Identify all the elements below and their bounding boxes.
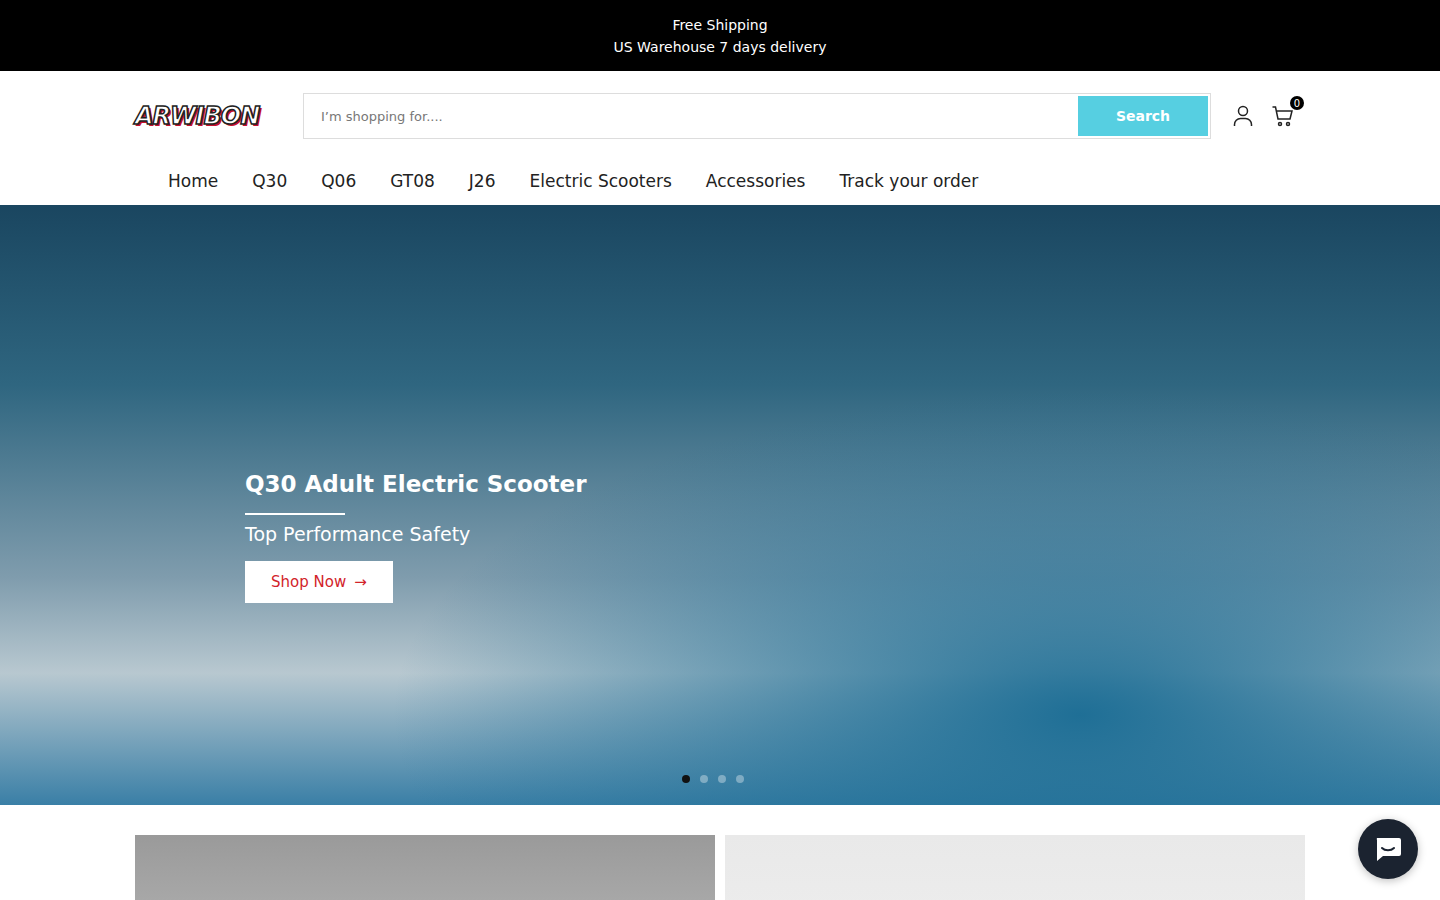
slider-dot[interactable] [718, 775, 726, 783]
page: Free Shipping US Warehouse 7 days deliver… [0, 0, 1440, 900]
header-icons: 0 [1231, 104, 1305, 128]
promo-cards [135, 835, 1305, 900]
main-nav: Home Q30 Q06 GT08 J26 Electric Scooters Access… [135, 139, 1305, 205]
announcement-text: US Warehouse 7 days delivery [614, 39, 827, 55]
nav-item[interactable]: Accessories [706, 171, 806, 191]
search-button[interactable]: Search [1078, 96, 1208, 136]
hero-content: Q30 Adult Electric Scooter Top Performan… [245, 471, 587, 603]
logo[interactable]: ARWIBON [135, 102, 283, 130]
slider-dot[interactable] [700, 775, 708, 783]
nav-item[interactable]: Track your order [839, 171, 978, 191]
nav-item[interactable]: GT08 [390, 171, 435, 191]
slider-dots [682, 775, 744, 783]
arrow-icon: → [354, 573, 367, 591]
cart-count-badge: 0 [1290, 96, 1304, 110]
chat-icon [1373, 835, 1403, 863]
nav-item[interactable]: Q30 [252, 171, 287, 191]
nav-item[interactable]: Q06 [321, 171, 356, 191]
search-form: Search [303, 93, 1211, 139]
slider-dot[interactable] [682, 775, 690, 783]
slider-dot[interactable] [736, 775, 744, 783]
header: ARWIBON Search 0 Home Q30 Q06 GT08 J26 Electr… [0, 71, 1440, 205]
cart[interactable]: 0 [1271, 104, 1295, 128]
account-icon[interactable] [1231, 104, 1255, 128]
hero-banner: Q30 Adult Electric Scooter Top Performan… [0, 205, 1440, 805]
search-input[interactable] [306, 96, 1078, 136]
promo-card[interactable] [725, 835, 1305, 900]
promo-card[interactable] [135, 835, 715, 900]
announcement-text: Free Shipping [672, 17, 767, 33]
hero-title: Q30 Adult Electric Scooter [245, 471, 587, 497]
hero-subtitle: Top Performance Safety [245, 523, 587, 545]
nav-item[interactable]: J26 [469, 171, 496, 191]
hero-divider [245, 513, 345, 515]
chat-button[interactable] [1358, 819, 1418, 879]
announcement-bar: Free Shipping US Warehouse 7 days deliver… [0, 0, 1440, 71]
nav-item[interactable]: Home [168, 171, 218, 191]
shop-now-button[interactable]: Shop Now → [245, 561, 393, 603]
nav-item[interactable]: Electric Scooters [529, 171, 671, 191]
